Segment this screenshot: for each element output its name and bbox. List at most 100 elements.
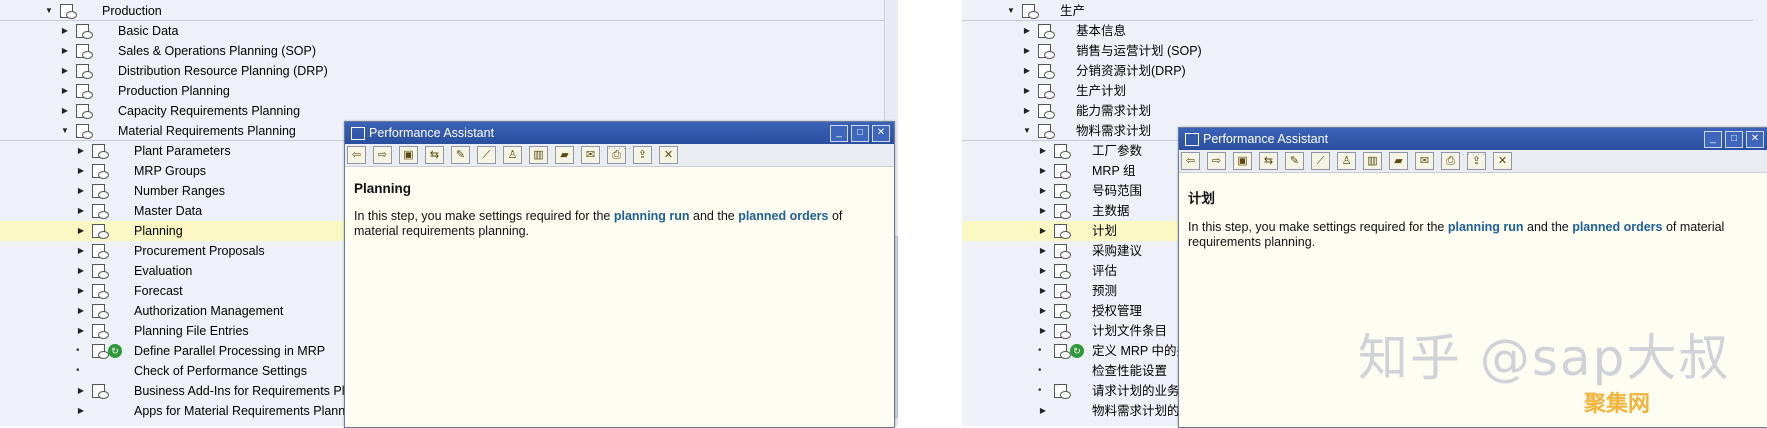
documentation-icon[interactable] [1038,124,1055,139]
tree-node-label[interactable]: Business Add-Ins for Requirements Plan [134,381,358,401]
collapsed-arrow-icon[interactable]: ▶ [76,261,86,281]
documentation-icon[interactable] [92,324,109,339]
tree-node[interactable]: ▶ Basic Data [0,21,884,41]
documentation-icon[interactable] [76,84,93,99]
planning-run-link[interactable]: planning run [614,209,690,223]
tree-node-label[interactable]: Planning [134,221,183,241]
tree-node-label[interactable]: Plant Parameters [134,141,231,161]
tree-node-label[interactable]: 计划文件条目 [1092,321,1167,341]
documentation-icon[interactable] [92,164,109,179]
documentation-icon[interactable] [92,224,109,239]
tree-node-label[interactable]: 预测 [1092,281,1117,301]
pa-titlebar[interactable]: Performance Assistant _ □ ✕ [345,122,894,144]
documentation-icon[interactable] [1054,164,1071,179]
collapsed-arrow-icon[interactable]: ▶ [1022,101,1032,121]
tree-node[interactable]: ▶ 能力需求计划 [962,101,1753,121]
collapsed-arrow-icon[interactable]: ▶ [1022,61,1032,81]
documentation-icon[interactable] [92,384,109,399]
tree-node-label[interactable]: Define Parallel Processing in MRP [134,341,325,361]
collapsed-arrow-icon[interactable]: ▶ [76,241,86,261]
documentation-icon[interactable] [1038,44,1055,59]
documentation-icon[interactable] [92,144,109,159]
documentation-icon[interactable] [1054,324,1071,339]
tree-node-label[interactable]: Planning File Entries [134,321,249,341]
planned-orders-link[interactable]: planned orders [1572,220,1662,234]
tree-node-label[interactable]: 生产计划 [1076,81,1126,101]
close-window-button[interactable]: ✕ [1746,131,1764,148]
documentation-icon[interactable] [92,264,109,279]
collapsed-arrow-icon[interactable]: ▶ [1038,401,1048,421]
documentation-icon[interactable] [92,284,109,299]
tree-node-label[interactable]: Material Requirements Planning [118,121,296,141]
documentation-icon[interactable] [1054,204,1071,219]
expanded-arrow-icon[interactable]: ▼ [44,1,54,21]
collapsed-arrow-icon[interactable]: ▶ [60,41,70,61]
collapsed-arrow-icon[interactable]: ▶ [1022,41,1032,61]
documentation-icon[interactable] [1054,264,1071,279]
tree-node-label[interactable]: MRP Groups [134,161,206,181]
tree-node-label[interactable]: Production Planning [118,81,230,101]
tree-node-label[interactable]: Number Ranges [134,181,225,201]
tree-node-label[interactable]: 定义 MRP 中的并 [1092,341,1189,361]
tree-node[interactable]: ▶ 基本信息 [962,21,1753,41]
tree-node-label[interactable]: Check of Performance Settings [134,361,307,381]
collapsed-arrow-icon[interactable]: ▶ [76,141,86,161]
tree-node-label[interactable]: Sales & Operations Planning (SOP) [118,41,316,61]
collapsed-arrow-icon[interactable]: ▶ [1038,181,1048,201]
tree-node-label[interactable]: Authorization Management [134,301,283,321]
maximize-button[interactable]: □ [851,125,869,142]
collapsed-arrow-icon[interactable]: ▶ [60,61,70,81]
tree-node-label[interactable]: 授权管理 [1092,301,1142,321]
documentation-icon[interactable] [92,304,109,319]
close-window-button[interactable]: ✕ [872,125,890,142]
tree-node-label[interactable]: 基本信息 [1076,21,1126,41]
pa-titlebar[interactable]: Performance Assistant _ □ ✕ [1179,128,1767,150]
tree-node-label[interactable]: Procurement Proposals [134,241,265,261]
tree-node-label[interactable]: 工厂参数 [1092,141,1142,161]
documentation-icon[interactable] [1054,384,1071,399]
collapsed-arrow-icon[interactable]: ▶ [60,101,70,121]
tree-node[interactable]: ▶ 生产计划 [962,81,1753,101]
documentation-icon[interactable] [60,4,77,19]
documentation-icon[interactable] [1054,344,1071,359]
maximize-button[interactable]: □ [1725,131,1743,148]
tree-node-label[interactable]: Production [102,1,162,21]
execute-activity-icon[interactable]: ↻ [108,344,122,358]
collapsed-arrow-icon[interactable]: ▶ [76,201,86,221]
tree-node[interactable]: ▼ 生产 [962,1,1753,21]
documentation-icon[interactable] [76,24,93,39]
tree-node-label[interactable]: 销售与运营计划 (SOP) [1076,41,1202,61]
expanded-arrow-icon[interactable]: ▼ [1006,1,1016,21]
tree-node-label[interactable]: MRP 组 [1092,161,1136,181]
tree-node[interactable]: ▼ Production [0,1,884,21]
documentation-icon[interactable] [1038,24,1055,39]
tree-node-label[interactable]: Basic Data [118,21,178,41]
documentation-icon[interactable] [1054,304,1071,319]
tree-node[interactable]: ▶ Capacity Requirements Planning [0,101,884,121]
tree-node-label[interactable]: Master Data [134,201,202,221]
tree-node-label[interactable]: 评估 [1092,261,1117,281]
documentation-icon[interactable] [1054,224,1071,239]
collapsed-arrow-icon[interactable]: ▶ [76,401,86,421]
collapsed-arrow-icon[interactable]: ▶ [76,161,86,181]
tree-node-label[interactable]: 物料需求计划 [1076,121,1151,141]
execute-activity-icon[interactable]: ↻ [1070,344,1084,358]
collapsed-arrow-icon[interactable]: ▶ [76,181,86,201]
tree-node[interactable]: ▶ Production Planning [0,81,884,101]
documentation-icon[interactable] [92,204,109,219]
documentation-icon[interactable] [1022,4,1039,19]
collapsed-arrow-icon[interactable]: ▶ [76,301,86,321]
tree-node-label[interactable]: 检查性能设置 [1092,361,1167,381]
documentation-icon[interactable] [76,124,93,139]
documentation-icon[interactable] [1038,64,1055,79]
tree-node-label[interactable]: 请求计划的业务 [1092,381,1180,401]
collapsed-arrow-icon[interactable]: ▶ [1038,301,1048,321]
tree-node-label[interactable]: 主数据 [1092,201,1130,221]
performance-assistant-window-left[interactable]: Performance Assistant _ □ ✕ ⇦ ⇨ ▣ ⇆ ✎ ⟋ ♙ ▥ ▰ ✉ ⎙ ⇪… [344,121,895,428]
tree-node-label[interactable]: Distribution Resource Planning (DRP) [118,61,328,81]
documentation-icon[interactable] [92,244,109,259]
expanded-arrow-icon[interactable]: ▼ [1022,121,1032,141]
documentation-icon[interactable] [76,104,93,119]
documentation-icon[interactable] [1054,284,1071,299]
expanded-arrow-icon[interactable]: ▼ [60,121,70,141]
